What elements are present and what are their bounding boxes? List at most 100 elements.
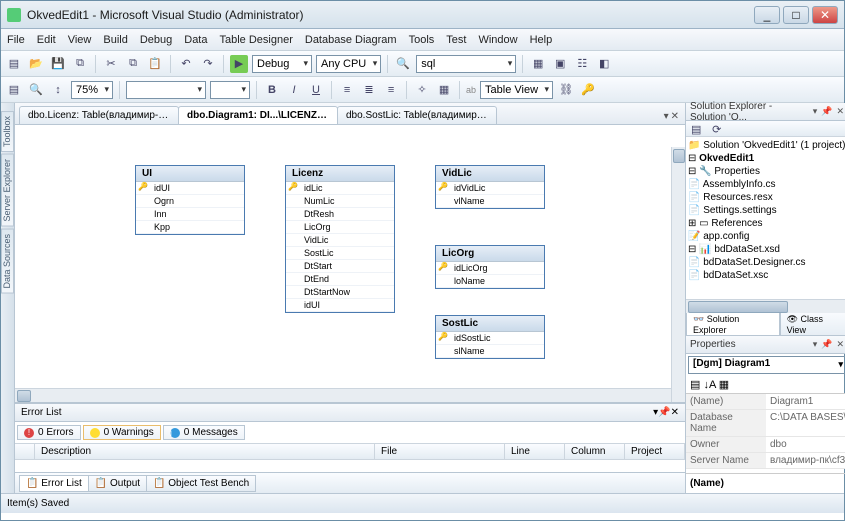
table-sostlic[interactable]: SostLicidSostLicslName [435,315,545,359]
column-idvidlic[interactable]: idVidLic [436,182,544,195]
solexp-pin-icon[interactable]: 📌 [819,106,834,117]
paste-icon[interactable]: 📋 [146,55,164,73]
column-idlic[interactable]: idLic [286,182,394,195]
error-col-Project[interactable]: Project [625,444,685,459]
menu-help[interactable]: Help [530,34,553,46]
nav-arrows-icon[interactable]: ↕ [49,81,67,99]
undo-icon[interactable]: ↶ [177,55,195,73]
props-close-icon[interactable]: ✕ [834,339,845,350]
column-idui[interactable]: idUI [136,182,244,195]
menu-build[interactable]: Build [103,34,127,46]
doc-tab-0[interactable]: dbo.Licenz: Table(владимир-пк\...\...) [19,106,179,124]
error-col-File[interactable]: File [375,444,505,459]
alphabetical-icon[interactable]: ↓A [703,379,715,391]
project-node[interactable]: ⊟ OkvedEdit1 [688,152,845,165]
menu-view[interactable]: View [68,34,92,46]
bold-icon[interactable]: B [263,81,281,99]
zoom-combo[interactable]: 75% [71,81,113,99]
hidden-tab-data-sources[interactable]: Data Sources [1,229,14,294]
column-licorg[interactable]: LicOrg [286,221,394,234]
solexp-dropdown-icon[interactable]: ▾ [811,106,820,117]
font-combo[interactable] [126,81,206,99]
properties-grid[interactable]: (Name)Diagram1Database NameC:\DATA BASES… [686,394,845,469]
table-header[interactable]: LicOrg [436,246,544,262]
messages-filter[interactable]: i0 Messages [163,425,245,440]
file-node[interactable]: 📝 app.config [688,230,845,243]
table-vidlic[interactable]: VidLicidVidLicvlName [435,165,545,209]
properties-icon[interactable]: ☷ [573,55,591,73]
bottom-tab-error-list[interactable]: 📋 Error List [19,475,89,492]
column-idlicorg[interactable]: idLicOrg [436,262,544,275]
find-icon[interactable]: 🔍 [394,55,412,73]
tableview-combo[interactable]: Table View [480,81,553,99]
tab-dropdown-icon[interactable]: ▾ [664,111,669,122]
solexp-close-icon[interactable]: ✕ [834,106,845,117]
align-center-icon[interactable]: ≣ [360,81,378,99]
menu-table-designer[interactable]: Table Designer [220,34,293,46]
prop-row-name[interactable]: (Name)Diagram1 [686,394,845,410]
solution-node[interactable]: 📁 Solution 'OkvedEdit1' (1 project) [688,139,845,152]
table-header[interactable]: Licenz [286,166,394,182]
menu-window[interactable]: Window [478,34,517,46]
prop-row-databasename[interactable]: Database NameC:\DATA BASES\LICEI [686,410,845,437]
references-folder[interactable]: ⊞ ▭ References [688,217,845,230]
titlebar[interactable]: OkvedEdit1 - Microsoft Visual Studio (Ad… [1,1,844,29]
column-dtresh[interactable]: DtResh [286,208,394,221]
tree-scrollbar[interactable] [686,299,845,313]
column-dtstartnow[interactable]: DtStartNow [286,286,394,299]
error-col-Description[interactable]: Description [35,444,375,459]
bottom-tab-object-test-bench[interactable]: 📋 Object Test Bench [146,475,256,492]
column-kpp[interactable]: Kpp [136,221,244,234]
error-col-icon[interactable] [15,444,35,459]
doc-tab-2[interactable]: dbo.SostLic: Table(владимир-пк\...\...) [337,106,497,124]
new-project-icon[interactable]: ▤ [5,55,23,73]
column-vidlic[interactable]: VidLic [286,234,394,247]
errors-filter[interactable]: !0 Errors [17,425,81,440]
error-list-pin-icon[interactable]: 📌 [658,407,670,418]
config-combo[interactable]: Debug [252,55,312,73]
horizontal-scrollbar[interactable] [15,388,671,402]
redo-icon[interactable]: ↷ [199,55,217,73]
file-node[interactable]: 📄 Resources.resx [688,191,845,204]
bottom-tab-output[interactable]: 📋 Output [88,475,147,492]
menu-file[interactable]: File [7,34,25,46]
search-combo[interactable]: sql [416,55,516,73]
table-header[interactable]: UI [136,166,244,182]
props-pin-icon[interactable]: 📌 [819,339,834,350]
prop-row-owner[interactable]: Ownerdbo [686,437,845,453]
size-combo[interactable] [210,81,250,99]
maximize-button[interactable]: □ [783,6,809,24]
underline-icon[interactable]: U [307,81,325,99]
menu-test[interactable]: Test [446,34,466,46]
doc-tab-1[interactable]: dbo.Diagram1: DI...\LICENZ\DB.MDF)* [178,106,338,124]
menu-data[interactable]: Data [184,34,207,46]
relationships-icon[interactable]: ⛓ [557,81,575,99]
property-pages-icon[interactable]: ▦ [719,379,729,391]
save-all-icon[interactable]: ⧉ [71,55,89,73]
solution-tree[interactable]: 📁 Solution 'OkvedEdit1' (1 project) ⊟ Ok… [686,137,845,299]
column-idui[interactable]: idUI [286,299,394,312]
column-numlic[interactable]: NumLic [286,195,394,208]
file-node[interactable]: 📄 AssemblyInfo.cs [688,178,845,191]
properties-object[interactable]: [Dgm] Diagram1 [688,356,845,374]
table-licenz[interactable]: LicenzidLicNumLicDtReshLicOrgVidLicSostL… [285,165,395,313]
table-header[interactable]: SostLic [436,316,544,332]
properties-folder[interactable]: ⊟ 🔧 Properties [688,165,845,178]
close-button[interactable]: ✕ [812,6,838,24]
solution-explorer-icon[interactable]: ▣ [551,55,569,73]
error-list-close-icon[interactable]: ✕ [671,407,679,418]
menu-debug[interactable]: Debug [140,34,172,46]
class-view-icon[interactable]: ◧ [595,55,613,73]
zoom-mode-icon[interactable]: 🔍 [27,81,45,99]
hidden-tab-server-explorer[interactable]: Server Explorer [1,154,14,227]
error-col-Line[interactable]: Line [505,444,565,459]
table-header[interactable]: VidLic [436,166,544,182]
menu-tools[interactable]: Tools [409,34,435,46]
column-ogrn[interactable]: Ogrn [136,195,244,208]
column-idsostlic[interactable]: idSostLic [436,332,544,345]
column-dtstart[interactable]: DtStart [286,260,394,273]
table-licorg[interactable]: LicOrgidLicOrgloName [435,245,545,289]
grid-icon[interactable]: ▦ [435,81,453,99]
platform-combo[interactable]: Any CPU [316,55,381,73]
dataset-folder[interactable]: ⊟ 📊 bdDataSet.xsd [688,243,845,256]
